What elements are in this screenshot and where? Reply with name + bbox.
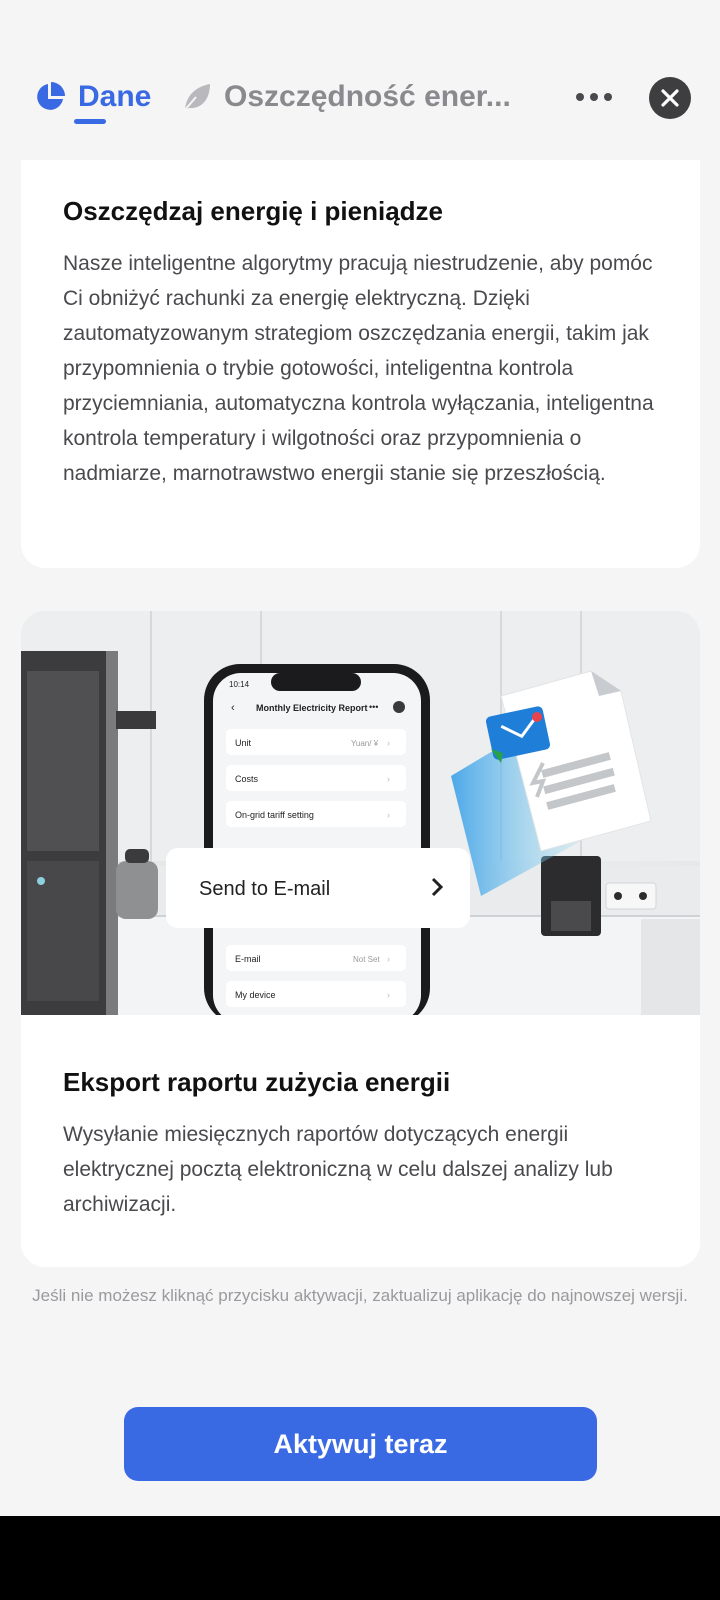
tab-energy-saving[interactable]: Oszczędność ener...: [180, 72, 511, 122]
svg-text:›: ›: [387, 738, 390, 748]
phone-screen-title: Monthly Electricity Report: [256, 703, 368, 713]
report-export-card: 10:14 ‹ Monthly Electricity Report ••• U…: [21, 611, 700, 1267]
tab-energy-label: Oszczędność ener...: [224, 80, 511, 113]
leaf-icon: [183, 84, 210, 112]
svg-text:›: ›: [387, 954, 390, 964]
close-icon: [661, 89, 679, 107]
system-navigation-bar: [0, 1516, 720, 1600]
top-tab-bar: Dane Oszczędność ener...: [0, 0, 720, 140]
send-email-label: Send to E-mail: [199, 878, 330, 900]
svg-text:On-grid tariff setting: On-grid tariff setting: [235, 810, 314, 820]
close-button[interactable]: [649, 77, 691, 119]
update-notice: Jeśli nie możesz kliknąć przycisku aktyw…: [32, 1286, 688, 1305]
energy-saving-card: Oszczędzaj energię i pieniądze Nasze int…: [21, 120, 700, 568]
phone-time: 10:14: [229, 680, 250, 689]
svg-text:E-mail: E-mail: [235, 954, 261, 964]
more-options-button[interactable]: [572, 84, 616, 110]
svg-text:›: ›: [387, 990, 390, 1000]
activate-now-button[interactable]: Aktywuj teraz: [124, 1407, 597, 1481]
card-description: Nasze inteligentne algorytmy pracują nie…: [63, 252, 654, 485]
card-description: Wysyłanie miesięcznych raportów dotycząc…: [63, 1123, 613, 1216]
svg-text:Unit: Unit: [235, 738, 252, 748]
report-illustration: 10:14 ‹ Monthly Electricity Report ••• U…: [21, 611, 700, 1015]
svg-text:•••: •••: [369, 702, 378, 712]
more-dots-icon: [576, 93, 584, 101]
tab-data[interactable]: Dane: [34, 72, 151, 122]
svg-text:My device: My device: [235, 990, 276, 1000]
active-tab-indicator: [74, 119, 106, 124]
tab-data-label: Dane: [78, 80, 152, 113]
svg-text:Costs: Costs: [235, 774, 259, 784]
pie-chart-icon: [37, 82, 65, 110]
card-title: Eksport raportu zużycia energii: [63, 1067, 451, 1097]
svg-text:Yuan/ ¥: Yuan/ ¥: [351, 739, 379, 748]
svg-text:›: ›: [387, 774, 390, 784]
svg-text:›: ›: [387, 810, 390, 820]
card-title: Oszczędzaj energię i pieniądze: [63, 196, 444, 226]
svg-text:Not Set: Not Set: [353, 955, 380, 964]
svg-text:‹: ‹: [231, 702, 235, 714]
